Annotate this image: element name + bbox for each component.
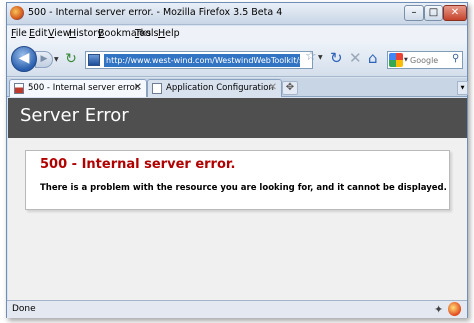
bookmark-star-icon[interactable]: ☆ <box>305 49 317 64</box>
history-dropdown-icon[interactable]: ▼ <box>54 56 59 63</box>
tab-label: Application Configuration <box>166 83 274 93</box>
tab-page-icon <box>14 83 24 94</box>
site-favicon-icon <box>88 54 100 66</box>
tab-server-error[interactable]: 500 - Internal server error. ✕ <box>9 79 147 97</box>
status-text: Done <box>12 304 36 314</box>
navigation-toolbar: ▶ ◀ ▼ ↻ http://www.west-wind.com/Westwin… <box>7 41 467 77</box>
url-dropdown-icon[interactable]: ▼ <box>318 54 323 61</box>
page-title: Server Error <box>20 105 129 126</box>
home-icon[interactable]: ⌂ <box>368 49 378 67</box>
maximize-button[interactable]: □ <box>424 5 443 21</box>
tab-strip: 500 - Internal server error. ✕ Applicati… <box>7 78 468 97</box>
menu-file[interactable]: File <box>11 28 27 39</box>
address-bar[interactable]: http://www.west-wind.com/WestwindWebTool… <box>85 51 313 69</box>
close-window-button[interactable]: ✕ <box>443 5 467 21</box>
menu-bar: File Edit View History Bookmarks Tools H… <box>7 26 467 41</box>
search-input[interactable] <box>410 54 450 66</box>
menu-tools[interactable]: Tools <box>135 28 158 39</box>
search-box[interactable]: ▼ ⚲ <box>387 51 463 69</box>
addon-status-icon[interactable]: ✦ <box>434 303 443 316</box>
tab-page-icon <box>152 83 162 94</box>
url-input[interactable]: http://www.west-wind.com/WestwindWebTool… <box>104 54 300 67</box>
page-banner: Server Error <box>8 98 467 138</box>
error-message: There is a problem with the resource you… <box>40 183 447 193</box>
error-panel: 500 - Internal server error. There is a … <box>25 150 450 210</box>
menu-edit[interactable]: Edit <box>29 28 47 39</box>
search-icon[interactable]: ⚲ <box>452 53 459 64</box>
tab-close-icon[interactable]: ✕ <box>134 82 142 93</box>
firefox-icon <box>10 6 24 20</box>
status-bar: Done ✦ <box>7 300 467 318</box>
minimize-button[interactable]: – <box>404 5 424 21</box>
window-title: 500 - Internal server error. - Mozilla F… <box>28 7 283 18</box>
reload-icon[interactable]: ↻ <box>330 49 343 67</box>
forward-button[interactable]: ▶ <box>35 51 53 68</box>
firebug-status-icon[interactable] <box>448 302 461 316</box>
google-icon[interactable] <box>389 53 403 67</box>
error-title: 500 - Internal server error. <box>40 157 236 172</box>
browser-window: 500 - Internal server error. - Mozilla F… <box>6 2 468 318</box>
search-engine-dropdown-icon[interactable]: ▼ <box>404 57 408 63</box>
title-bar: 500 - Internal server error. - Mozilla F… <box>7 3 467 25</box>
tab-close-icon[interactable]: ✕ <box>269 82 277 93</box>
stop-icon[interactable]: ✕ <box>349 49 362 67</box>
menu-help[interactable]: Help <box>158 28 180 39</box>
bookmark-site-icon[interactable]: ↻ <box>63 51 79 67</box>
new-tab-icon[interactable]: ✥ <box>282 81 298 95</box>
tab-list-dropdown-icon[interactable]: ▼ <box>457 81 468 95</box>
back-button[interactable]: ◀ <box>11 46 37 72</box>
menu-view[interactable]: View <box>48 28 71 39</box>
tab-application-configuration[interactable]: Application Configuration ✕ <box>147 79 282 97</box>
tab-label: 500 - Internal server error. <box>28 83 141 93</box>
page-content: Server Error 500 - Internal server error… <box>8 98 467 300</box>
